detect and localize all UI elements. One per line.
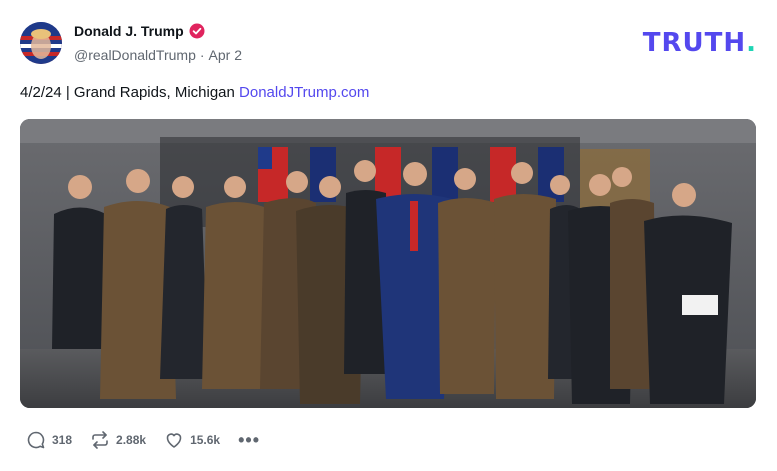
reply-icon xyxy=(26,430,46,450)
post-content: 4/2/24 | Grand Rapids, Michigan DonaldJT… xyxy=(20,84,369,101)
retruth-count: 2.88k xyxy=(116,433,147,447)
logo-dot: . xyxy=(746,28,757,58)
group-photo xyxy=(20,119,756,408)
reply-count: 318 xyxy=(52,433,73,447)
author-handle[interactable]: @realDonaldTrump xyxy=(74,47,196,63)
logo-text: TRUTH xyxy=(642,28,747,58)
post-text: 4/2/24 | Grand Rapids, Michigan xyxy=(20,84,240,101)
post-actions: 318 2.88k 15.6k ••• xyxy=(26,430,260,450)
author-display-name[interactable]: Donald J. Trump xyxy=(74,23,184,39)
heart-icon xyxy=(164,430,184,450)
avatar-image xyxy=(20,22,62,64)
verified-badge-icon xyxy=(189,23,205,39)
truth-logo[interactable]: TRUTH. xyxy=(643,28,757,58)
more-options-icon[interactable]: ••• xyxy=(238,431,260,449)
retruth-button[interactable]: 2.88k xyxy=(90,430,146,450)
post-link[interactable]: DonaldJTrump.com xyxy=(239,84,369,101)
post-image[interactable] xyxy=(20,119,756,408)
truth-post: Donald J. Trump @realDonaldTrump · Apr 2… xyxy=(0,0,777,471)
reply-button[interactable]: 318 xyxy=(26,430,72,450)
author-name-row: Donald J. Trump xyxy=(74,23,205,39)
avatar[interactable] xyxy=(20,22,62,64)
post-date[interactable]: Apr 2 xyxy=(209,47,242,63)
like-count: 15.6k xyxy=(190,433,221,447)
like-button[interactable]: 15.6k xyxy=(164,430,220,450)
retruth-icon xyxy=(90,430,110,450)
meta-separator: · xyxy=(199,47,205,63)
author-meta: @realDonaldTrump · Apr 2 xyxy=(74,47,242,63)
